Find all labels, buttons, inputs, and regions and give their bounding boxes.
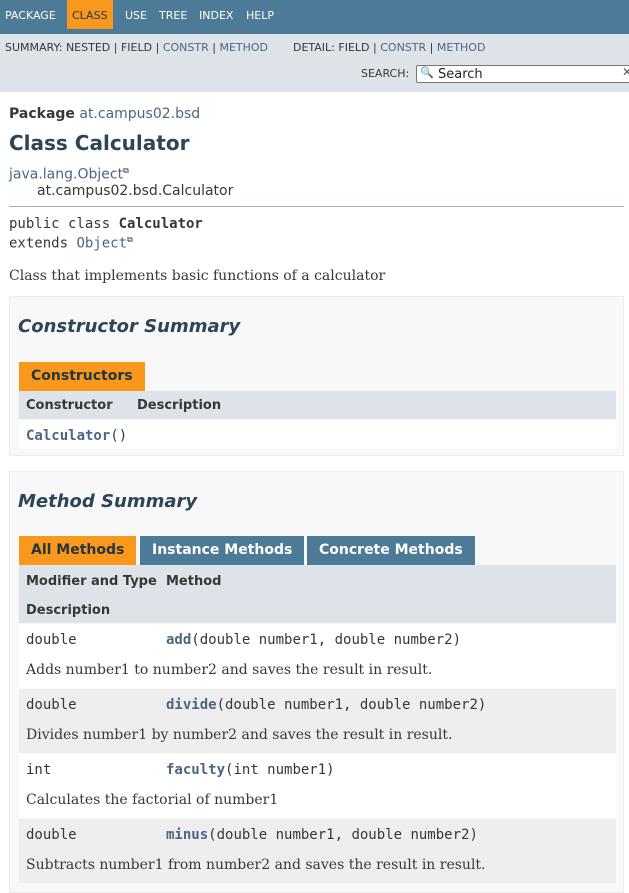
table-row: Calculator() (19, 420, 616, 449)
method-params: (int number1) (225, 762, 335, 778)
external-link-icon: ⧉ (123, 166, 129, 175)
summary-label: SUMMARY: (5, 41, 63, 54)
search-placeholder: Search (438, 67, 483, 82)
class-signature: public class Calculator (9, 216, 203, 232)
method-description: Divides number1 by number2 and saves the… (26, 727, 453, 743)
search-input[interactable]: 🔍 Search ✕ (416, 65, 629, 83)
col-constructor: Constructor (26, 398, 113, 413)
nav-use[interactable]: USE (120, 0, 152, 29)
method-description: Subtracts number1 from number2 and saves… (26, 857, 486, 873)
package-link[interactable]: at.campus02.bsd (79, 106, 200, 122)
constructor-table-header: Constructor Description (19, 391, 616, 419)
inheritance-root: java.lang.Object⧉ (9, 166, 129, 183)
object-link[interactable]: java.lang.Object (9, 167, 123, 183)
tab-instance-methods[interactable]: Instance Methods (140, 536, 305, 565)
extends-keyword: extends (9, 235, 77, 252)
method-return-type: double (26, 632, 77, 648)
package-line: Package at.campus02.bsd (9, 106, 200, 122)
detail-label: DETAIL: (293, 41, 335, 54)
method-params: (double number1, double number2) (216, 697, 487, 713)
summary-method-link[interactable]: METHOD (219, 41, 268, 54)
method-signature: minus(double number1, double number2) (166, 827, 478, 843)
detail-field: FIELD (338, 41, 370, 54)
table-row: double add(double number1, double number… (19, 624, 616, 688)
separator: | (373, 41, 377, 54)
method-summary-section: Method Summary All Methods Instance Meth… (9, 471, 624, 893)
col-description: Description (26, 603, 111, 618)
summary-links: SUMMARY: NESTED | FIELD | CONSTR | METHO… (5, 41, 268, 54)
extends-line: extends Object⧉ (9, 235, 133, 252)
page-title: Class Calculator (9, 131, 190, 155)
table-row: double divide(double number1, double num… (19, 689, 616, 753)
method-return-type: double (26, 697, 77, 713)
nav-class[interactable]: CLASS (67, 0, 113, 29)
constructor-params: () (110, 428, 128, 444)
divider (9, 206, 624, 207)
col-modifier-type: Modifier and Type (26, 574, 157, 589)
method-table-header: Modifier and Type Method Description (19, 565, 616, 623)
tab-constructors[interactable]: Constructors (19, 362, 145, 391)
superclass-link[interactable]: Object (76, 236, 127, 252)
top-navbar: PACKAGE CLASS USE TREE INDEX HELP (0, 0, 629, 34)
method-description: Calculates the factorial of number1 (26, 792, 279, 808)
tab-all-methods[interactable]: All Methods (19, 536, 137, 565)
sub-navbar: SUMMARY: NESTED | FIELD | CONSTR | METHO… (0, 34, 629, 92)
search-icon: 🔍 (420, 66, 434, 79)
method-return-type: double (26, 827, 77, 843)
method-params: (double number1, double number2) (208, 827, 478, 843)
detail-links: DETAIL: FIELD | CONSTR | METHOD (293, 41, 485, 54)
signature-class-name: Calculator (118, 216, 203, 232)
detail-method-link[interactable]: METHOD (437, 41, 486, 54)
constructor-signature: Calculator() (26, 428, 127, 444)
separator: | (113, 41, 118, 54)
method-link-add[interactable]: add (166, 632, 191, 648)
constructor-summary-title: Constructor Summary (18, 316, 241, 337)
method-link-minus[interactable]: minus (166, 827, 208, 843)
nav-help[interactable]: HELP (241, 0, 279, 29)
separator: | (429, 41, 434, 54)
nav-tree[interactable]: TREE (154, 0, 192, 29)
method-signature: add(double number1, double number2) (166, 632, 461, 648)
col-method: Method (166, 574, 222, 589)
table-row: int faculty(int number1) Calculates the … (19, 754, 616, 818)
method-signature: faculty(int number1) (166, 762, 335, 778)
method-summary-title: Method Summary (18, 491, 198, 512)
separator: | (155, 41, 160, 54)
summary-field: FIELD (120, 41, 153, 54)
method-params: (double number1, double number2) (191, 632, 462, 648)
method-signature: divide(double number1, double number2) (166, 697, 486, 713)
method-link-divide[interactable]: divide (166, 697, 217, 713)
tab-concrete-methods[interactable]: Concrete Methods (307, 536, 475, 565)
external-link-icon: ⧉ (127, 235, 133, 244)
constructor-summary-section: Constructor Summary Constructors Constru… (9, 296, 624, 456)
signature-modifiers: public class (9, 216, 119, 232)
package-label: Package (9, 106, 75, 122)
table-row: double minus(double number1, double numb… (19, 819, 616, 883)
detail-constr-link[interactable]: CONSTR (380, 41, 426, 54)
clear-icon[interactable]: ✕ (622, 65, 629, 79)
separator: | (212, 41, 216, 54)
method-description: Adds number1 to number2 and saves the re… (26, 662, 433, 678)
summary-constr-link[interactable]: CONSTR (163, 41, 209, 54)
class-description: Class that implements basic functions of… (9, 268, 386, 284)
inheritance-child: at.campus02.bsd.Calculator (37, 183, 234, 199)
col-description: Description (137, 398, 222, 413)
constructor-link[interactable]: Calculator (26, 428, 110, 444)
search-label: SEARCH: (361, 67, 410, 80)
method-link-faculty[interactable]: faculty (166, 762, 225, 778)
method-return-type: int (26, 762, 52, 778)
nav-index[interactable]: INDEX (194, 0, 238, 29)
summary-nested: NESTED (65, 41, 111, 54)
nav-package[interactable]: PACKAGE (0, 0, 61, 29)
